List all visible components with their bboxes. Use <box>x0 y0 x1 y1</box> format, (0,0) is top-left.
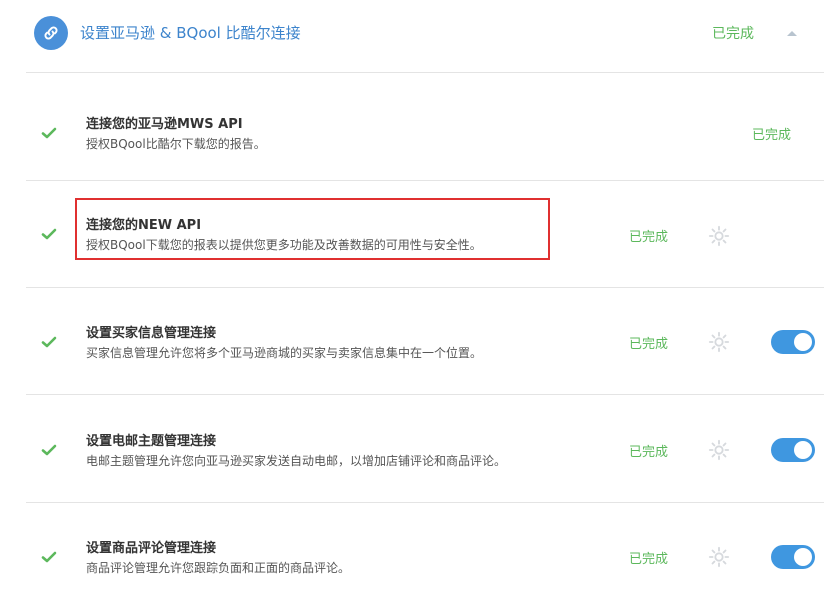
item-description: 电邮主题管理允许您向亚马逊买家发送自动电邮，以增加店铺评论和商品评论。 <box>86 454 507 468</box>
gear-icon[interactable] <box>708 331 730 353</box>
item-description: 授权BQool比酷尔下载您的报告。 <box>86 137 266 151</box>
link-icon <box>34 16 68 50</box>
toggle-knob <box>794 548 812 566</box>
list-item: 设置买家信息管理连接 买家信息管理允许您将多个亚马逊商城的买家与卖家信息集中在一… <box>0 288 831 395</box>
check-icon <box>40 124 58 142</box>
gear-icon[interactable] <box>708 546 730 568</box>
toggle-switch[interactable] <box>771 438 815 462</box>
item-title: 设置电邮主题管理连接 <box>86 434 217 449</box>
chevron-up-icon[interactable] <box>783 26 801 40</box>
item-status: 已完成 <box>629 445 669 460</box>
gear-icon[interactable] <box>708 225 730 247</box>
list-item: 设置电邮主题管理连接 电邮主题管理允许您向亚马逊买家发送自动电邮，以增加店铺评论… <box>0 395 831 502</box>
page: 设置亚马逊 & BQool 比酷尔连接 已完成 连接您的亚马逊MWS API 授… <box>0 0 831 592</box>
list-item: 连接您的亚马逊MWS API 授权BQool比酷尔下载您的报告。 已完成 <box>0 73 831 180</box>
item-title: 连接您的亚马逊MWS API <box>86 117 243 132</box>
check-icon <box>40 441 58 459</box>
item-description: 商品评论管理允许您跟踪负面和正面的商品评论。 <box>86 561 351 575</box>
check-icon <box>40 225 58 243</box>
highlight-box <box>75 198 550 260</box>
section-status: 已完成 <box>712 26 754 42</box>
item-status: 已完成 <box>629 552 669 567</box>
item-title: 设置商品评论管理连接 <box>86 541 217 556</box>
section-header[interactable]: 设置亚马逊 & BQool 比酷尔连接 已完成 <box>0 0 831 72</box>
toggle-knob <box>794 441 812 459</box>
gear-icon[interactable] <box>708 439 730 461</box>
check-icon <box>40 333 58 351</box>
item-description: 买家信息管理允许您将多个亚马逊商城的买家与卖家信息集中在一个位置。 <box>86 346 483 360</box>
item-status: 已完成 <box>629 337 669 352</box>
list-item: 设置商品评论管理连接 商品评论管理允许您跟踪负面和正面的商品评论。 已完成 <box>0 503 831 592</box>
item-title: 设置买家信息管理连接 <box>86 326 217 341</box>
toggle-switch[interactable] <box>771 545 815 569</box>
toggle-knob <box>794 333 812 351</box>
item-status: 已完成 <box>629 230 669 245</box>
check-icon <box>40 548 58 566</box>
section-title: 设置亚马逊 & BQool 比酷尔连接 <box>80 24 301 42</box>
toggle-switch[interactable] <box>771 330 815 354</box>
item-status: 已完成 <box>752 128 792 143</box>
